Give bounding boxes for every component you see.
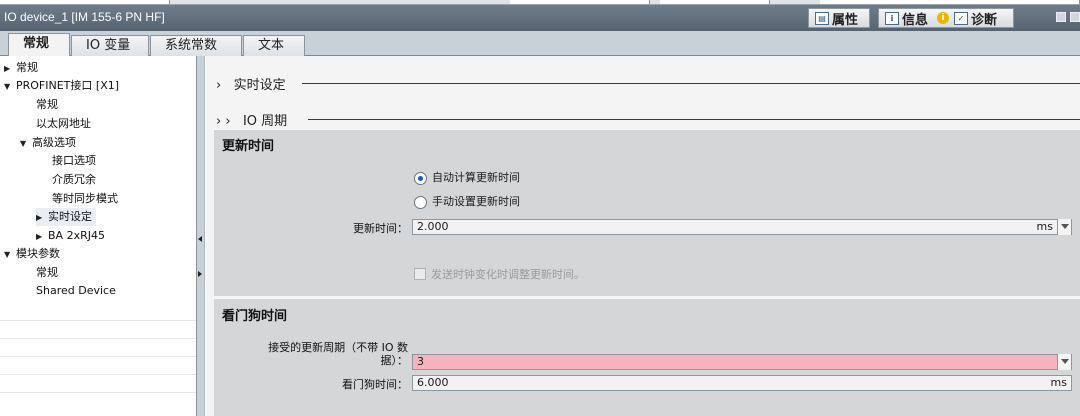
- tab-diagnostics-label[interactable]: 诊断: [971, 9, 997, 28]
- toolbar-segment: [510, 0, 650, 4]
- section-title: › › IO 周期: [216, 110, 287, 129]
- tab-properties-label: 属性: [832, 12, 859, 28]
- section-rule: [308, 119, 1080, 120]
- watchdog-time-label: 看门狗时间：: [342, 378, 408, 391]
- nav-item-interface-options[interactable]: 接口选项: [52, 152, 96, 170]
- nav-divider: [0, 356, 196, 357]
- tab-info[interactable]: i 信息 i ✓ 诊断: [878, 8, 1014, 28]
- panel-splitter[interactable]: [197, 56, 205, 416]
- checkbox-icon[interactable]: [414, 268, 426, 280]
- nav-item-label: 常规: [16, 61, 38, 74]
- watchdog-time-value: 6.000: [417, 376, 449, 389]
- toolbar-segment: [660, 0, 770, 4]
- nav-item-label: 实时设定: [48, 210, 92, 223]
- update-time-label: 更新时间：: [353, 222, 408, 235]
- tab-general[interactable]: 常规: [8, 33, 70, 57]
- radio-manual-update-time[interactable]: 手动设置更新时间: [414, 194, 520, 210]
- nav-item-media-redundancy[interactable]: 介质冗余: [52, 171, 96, 189]
- group-title: 更新时间: [222, 139, 275, 154]
- radio-auto-update-time[interactable]: 自动计算更新时间: [414, 170, 520, 186]
- adapt-update-time-checkbox[interactable]: 发送时钟变化时调整更新时间。: [414, 266, 585, 282]
- section-chevron-icon: › ›: [216, 114, 231, 129]
- nav-item-port-ba-2xrj45[interactable]: ▶ BA 2xRJ45: [36, 227, 105, 245]
- float-window-icon[interactable]: [1056, 12, 1066, 22]
- watchdog-time-field: 6.000 ms: [412, 375, 1072, 391]
- update-time-field[interactable]: 2.000 ms: [412, 219, 1072, 235]
- inspector-title-bar: IO device_1 [IM 155-6 PN HF] ▤ 属性 i 信息 i…: [0, 5, 1080, 31]
- nav-item-label: BA 2xRJ45: [48, 229, 105, 242]
- minimize-icon[interactable]: [1070, 12, 1080, 22]
- expand-arrow-icon[interactable]: ▶: [4, 60, 16, 78]
- dropdown-arrow-icon[interactable]: [1057, 354, 1071, 370]
- nav-item-label: 高级选项: [32, 136, 76, 149]
- radio-unselected-icon[interactable]: [414, 195, 427, 209]
- section-realtime-settings[interactable]: › 实时设定: [206, 60, 1080, 100]
- nav-item-advanced-options[interactable]: ▼ 高级选项: [20, 134, 76, 152]
- expand-arrow-icon[interactable]: ▶: [36, 209, 48, 227]
- section-title-text: IO 周期: [242, 114, 288, 129]
- nav-item-interface-general[interactable]: 常规: [36, 96, 58, 114]
- collapse-arrow-icon[interactable]: ▼: [4, 78, 16, 96]
- radio-label: 自动计算更新时间: [432, 171, 520, 184]
- section-title-text: 实时设定: [233, 78, 286, 93]
- nav-item-label: PROFINET接口 [X1]: [16, 79, 120, 92]
- update-time-group: 更新时间 自动计算更新时间 手动设置更新时间 更新时间： 2.000 ms 发送…: [214, 129, 1080, 296]
- nav-divider: [0, 392, 196, 393]
- label-line: 接受的更新周期（不带 IO 数: [268, 341, 408, 354]
- nav-item-realtime-settings[interactable]: ▶ 实时设定: [36, 208, 96, 226]
- nav-item-profinet-interface[interactable]: ▼ PROFINET接口 [X1]: [4, 77, 119, 95]
- properties-content: › 实时设定 › › IO 周期 更新时间 自动计算更新时间 手动设置更新时间 …: [206, 56, 1080, 416]
- accepted-update-cycles-value: 3: [417, 355, 424, 368]
- radio-label: 手动设置更新时间: [432, 195, 520, 208]
- checkbox-label: 发送时钟变化时调整更新时间。: [431, 268, 585, 281]
- watchdog-time-group: 看门狗时间 接受的更新周期（不带 IO 数 据）： 3 看门狗时间： 6.000…: [214, 298, 1080, 416]
- label-line: 据）：: [380, 354, 409, 367]
- update-time-unit: ms: [1036, 220, 1053, 233]
- accepted-update-cycles-field[interactable]: 3: [412, 354, 1072, 370]
- tab-properties[interactable]: ▤ 属性: [808, 8, 870, 28]
- nav-divider: [0, 320, 196, 321]
- nav-divider: [0, 338, 196, 339]
- expand-arrow-icon[interactable]: ▶: [36, 228, 48, 246]
- info-icon: i: [885, 11, 899, 25]
- section-chevron-icon: ›: [216, 78, 222, 93]
- properties-icon: ▤: [815, 11, 829, 25]
- nav-item-ethernet-addresses[interactable]: 以太网地址: [36, 115, 91, 133]
- collapse-arrow-icon[interactable]: ▼: [20, 135, 32, 153]
- nav-item-general[interactable]: ▶ 常规: [4, 59, 38, 77]
- tab-info-label: 信息: [902, 12, 929, 28]
- tab-system-constants[interactable]: 系统常数: [150, 35, 242, 56]
- nav-item-isochronous-mode[interactable]: 等时同步模式: [52, 190, 118, 208]
- toolbar-segment: [0, 0, 170, 4]
- toolbar-segment: [820, 0, 1080, 4]
- watchdog-time-unit: ms: [1050, 376, 1067, 389]
- accepted-update-cycles-label: 接受的更新周期（不带 IO 数 据）：: [234, 341, 408, 367]
- tab-io-tags[interactable]: IO 变量: [71, 35, 149, 56]
- nav-item-module-parameters[interactable]: ▼ 模块参数: [4, 245, 60, 263]
- group-title: 看门狗时间: [222, 309, 288, 324]
- navigation-tree: ▶ 常规 ▼ PROFINET接口 [X1] 常规 以太网地址 ▼ 高级选项 接口选项…: [0, 56, 197, 416]
- collapse-left-icon[interactable]: [198, 236, 202, 242]
- dropdown-arrow-icon[interactable]: [1057, 219, 1071, 235]
- window-title: IO device_1 [IM 155-6 PN HF]: [4, 10, 165, 24]
- nav-divider: [0, 374, 196, 375]
- collapse-arrow-icon[interactable]: ▼: [4, 246, 16, 264]
- nav-item-shared-device[interactable]: Shared Device: [36, 282, 116, 300]
- nav-item-module-general[interactable]: 常规: [36, 264, 58, 282]
- section-title: › 实时设定: [216, 74, 286, 93]
- diagnostics-icon: ✓: [954, 11, 969, 25]
- update-time-value: 2.000: [417, 220, 449, 233]
- section-rule: [302, 83, 1080, 84]
- expand-right-icon[interactable]: [198, 271, 202, 277]
- radio-selected-icon[interactable]: [414, 171, 427, 185]
- nav-item-label: 模块参数: [16, 247, 60, 260]
- properties-tab-bar: 常规 IO 变量 系统常数 文本: [0, 31, 1080, 57]
- tab-texts[interactable]: 文本: [243, 35, 305, 56]
- info-badge-icon: i: [937, 12, 950, 24]
